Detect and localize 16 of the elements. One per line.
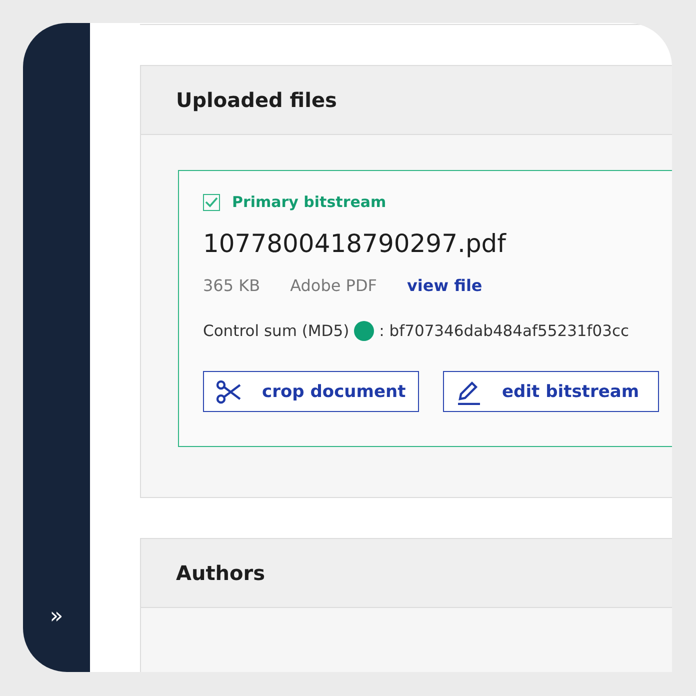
scissors-icon [216, 380, 242, 404]
edit-button[interactable]: edit bitstream [443, 371, 659, 412]
file-name: 1077800418790297.pdf [203, 229, 508, 258]
status-dot-icon [354, 321, 374, 341]
expand-button[interactable]: » [50, 606, 64, 628]
checksum-label: Control sum (MD5) [203, 322, 350, 340]
primary-label: Primary bitstream [232, 193, 386, 211]
file-size: 365 KB [203, 276, 260, 295]
panel-title: Authors [176, 561, 266, 585]
panel-title: Uploaded files [176, 88, 337, 112]
pencil-icon [456, 378, 482, 404]
file-format: Adobe PDF [290, 276, 377, 295]
crop-button[interactable]: crop document [203, 371, 419, 412]
view-file-link[interactable]: view file [406, 276, 482, 295]
checkbox[interactable] [203, 194, 220, 210]
checksum-value: : bf707346dab484af55231f03cc [379, 322, 630, 340]
